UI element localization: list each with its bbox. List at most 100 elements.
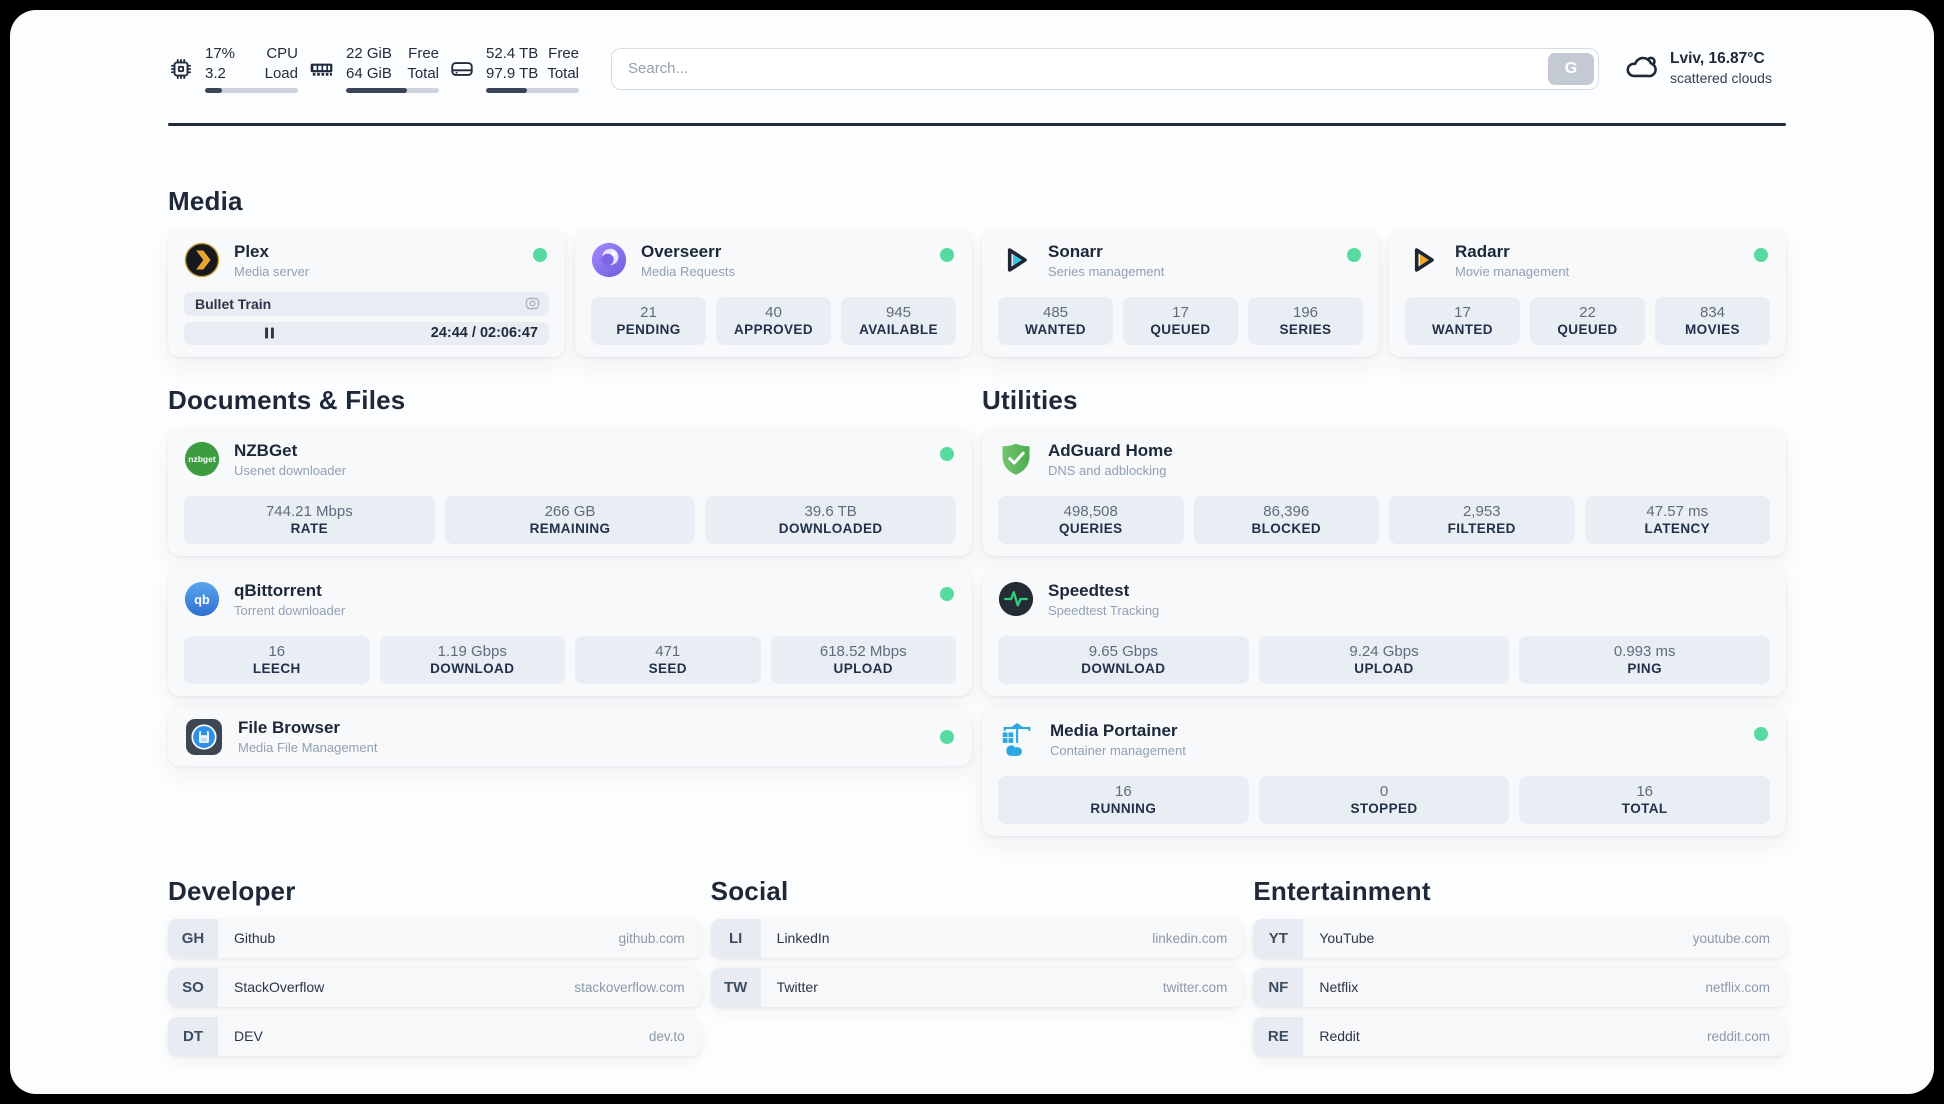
- status-badge: [1754, 247, 1768, 262]
- app-card-radarr[interactable]: Radarr Movie management 17 WANTED 22 QUE…: [1389, 228, 1786, 357]
- stat-latency: 47.57 ms LATENCY: [1584, 495, 1770, 544]
- sonarr-icon: [998, 242, 1034, 278]
- app-card-overseerr[interactable]: Overseerr Media Requests 21 PENDING 40 A…: [575, 228, 972, 357]
- cpu-icon: [168, 56, 194, 82]
- stat-rate: 744.21 Mbps RATE: [184, 495, 435, 544]
- section-title-developer: Developer: [168, 875, 296, 906]
- memory-free-label: Free: [408, 45, 439, 62]
- link-domain: stackoverflow.com: [574, 979, 685, 995]
- stat-leech: 16 LEECH: [184, 635, 370, 684]
- stat-blocked: 86,396 BLOCKED: [1193, 495, 1379, 544]
- link-item-netflix[interactable]: NF Netflix netflix.com: [1253, 967, 1786, 1007]
- disk-free-label: Free: [548, 45, 579, 62]
- app-subtitle: Media File Management: [238, 740, 378, 756]
- app-card-nzbget[interactable]: nzbget NZBGet Usenet downloader 744.21 M…: [168, 427, 972, 556]
- weather-widget: Lviv, 16.87°C scattered clouds: [1624, 49, 1786, 88]
- link-name: Reddit: [1319, 1028, 1360, 1044]
- app-name: AdGuard Home: [1048, 440, 1173, 460]
- adguard-icon: [998, 441, 1034, 477]
- top-bar: 17% CPU 3.2 Load 22 GiB Free 64 GiB Tota…: [168, 10, 1786, 93]
- app-card-speedtest[interactable]: Speedtest Speedtest Tracking 9.65 Gbps D…: [982, 567, 1786, 696]
- developer-links: Developer GH Github github.com SO StackO…: [168, 876, 701, 1056]
- media-grid: Plex Media server Bullet Train 24:44 / 0…: [168, 228, 1786, 357]
- portainer-icon: [998, 721, 1036, 759]
- memory-stat: 22 GiB Free 64 GiB Total: [308, 44, 439, 93]
- link-domain: netflix.com: [1705, 979, 1770, 995]
- utilities-column: Utilities AdGuard Home DNS and adblockin…: [982, 385, 1786, 836]
- memory-icon: [308, 56, 335, 82]
- link-tag: LI: [710, 918, 761, 958]
- link-item-linkedin[interactable]: LI LinkedIn linkedin.com: [710, 918, 1244, 958]
- link-item-twitter[interactable]: TW Twitter twitter.com: [710, 967, 1244, 1007]
- disk-progress-fill: [486, 88, 527, 93]
- app-subtitle: Usenet downloader: [234, 462, 347, 478]
- app-name: Media Portainer: [1050, 720, 1178, 740]
- disk-free-value: 52.4 TB: [486, 45, 539, 62]
- plex-icon: [184, 242, 220, 278]
- app-card-plex[interactable]: Plex Media server Bullet Train 24:44 / 0…: [168, 228, 565, 357]
- stat-total: 16 TOTAL: [1519, 775, 1771, 824]
- disk-total-value: 97.9 TB: [486, 64, 539, 82]
- link-item-dev[interactable]: DT DEV dev.to: [168, 1016, 701, 1056]
- link-domain: dev.to: [648, 1028, 685, 1044]
- cpu-progress-fill: [205, 88, 222, 93]
- app-subtitle: Media server: [234, 263, 310, 279]
- cpu-usage-value: 17%: [205, 45, 236, 62]
- entertainment-links: Entertainment YT YouTube youtube.com NF …: [1253, 876, 1786, 1056]
- stat-movies: 834 MOVIES: [1655, 296, 1770, 345]
- playback-time: 24:44 / 02:06:47: [430, 325, 538, 342]
- app-subtitle: Torrent downloader: [234, 602, 346, 618]
- stat-remaining: 266 GB REMAINING: [444, 495, 696, 544]
- link-tag: TW: [710, 967, 761, 1007]
- link-item-github[interactable]: GH Github github.com: [168, 918, 701, 958]
- app-card-adguard[interactable]: AdGuard Home DNS and adblocking 498,508 …: [982, 427, 1786, 556]
- stat-download: 9.65 Gbps DOWNLOAD: [998, 635, 1249, 684]
- status-badge: [533, 247, 547, 262]
- stat-downloaded: 39.6 TB DOWNLOADED: [705, 495, 957, 544]
- section-title-social: Social: [710, 875, 789, 906]
- link-domain: youtube.com: [1692, 930, 1770, 946]
- pause-icon: [264, 327, 275, 339]
- stat-stopped: 0 STOPPED: [1258, 775, 1510, 824]
- app-subtitle: Media Requests: [641, 263, 735, 279]
- stat-queued: 17 QUEUED: [1123, 296, 1238, 345]
- link-item-reddit[interactable]: RE Reddit reddit.com: [1253, 1016, 1786, 1056]
- status-badge: [940, 729, 954, 744]
- link-item-stackoverflow[interactable]: SO StackOverflow stackoverflow.com: [168, 967, 701, 1007]
- memory-total-value: 64 GiB: [346, 64, 392, 82]
- link-domain: reddit.com: [1706, 1028, 1770, 1044]
- stat-running: 16 RUNNING: [998, 775, 1249, 824]
- svg-text:nzbget: nzbget: [188, 454, 216, 464]
- stat-upload: 9.24 Gbps UPLOAD: [1258, 635, 1510, 684]
- app-name: Plex: [234, 241, 269, 261]
- stat-seed: 471 SEED: [575, 635, 761, 684]
- documents-column: Documents & Files nzbget NZBGet Usenet d: [168, 385, 972, 836]
- stat-queued: 22 QUEUED: [1530, 296, 1645, 345]
- app-card-portainer[interactable]: Media Portainer Container management 16 …: [982, 707, 1786, 836]
- stat-approved: 40 APPROVED: [716, 296, 831, 345]
- status-badge: [940, 247, 954, 262]
- disk-icon: [449, 56, 475, 82]
- disk-total-label: Total: [547, 64, 579, 82]
- app-name: NZBGet: [234, 440, 298, 460]
- search-input[interactable]: [611, 47, 1599, 90]
- stat-download: 1.19 Gbps DOWNLOAD: [379, 635, 565, 684]
- cpu-load-value: 3.2: [205, 64, 226, 82]
- app-subtitle: Series management: [1048, 263, 1165, 279]
- memory-free-value: 22 GiB: [346, 45, 392, 62]
- radarr-icon: [1405, 242, 1441, 278]
- link-item-youtube[interactable]: YT YouTube youtube.com: [1253, 918, 1786, 958]
- search-engine-button[interactable]: G: [1548, 52, 1594, 85]
- memory-progress-bar: [346, 88, 439, 93]
- app-card-qbittorrent[interactable]: qb qBittorrent Torrent downloader 16 LEE…: [168, 567, 972, 696]
- weather-condition: scattered clouds: [1670, 70, 1772, 87]
- section-title-documents: Documents & Files: [168, 384, 406, 415]
- app-subtitle: Movie management: [1455, 263, 1570, 279]
- disk-progress-bar: [486, 88, 579, 93]
- app-card-sonarr[interactable]: Sonarr Series management 485 WANTED 17 Q…: [982, 228, 1379, 357]
- app-card-filebrowser[interactable]: File Browser Media File Management: [168, 707, 972, 766]
- now-playing-title: Bullet Train: [195, 295, 272, 312]
- section-title-utilities: Utilities: [982, 384, 1078, 415]
- app-name: Overseerr: [641, 241, 722, 261]
- now-playing-row: Bullet Train: [184, 291, 549, 316]
